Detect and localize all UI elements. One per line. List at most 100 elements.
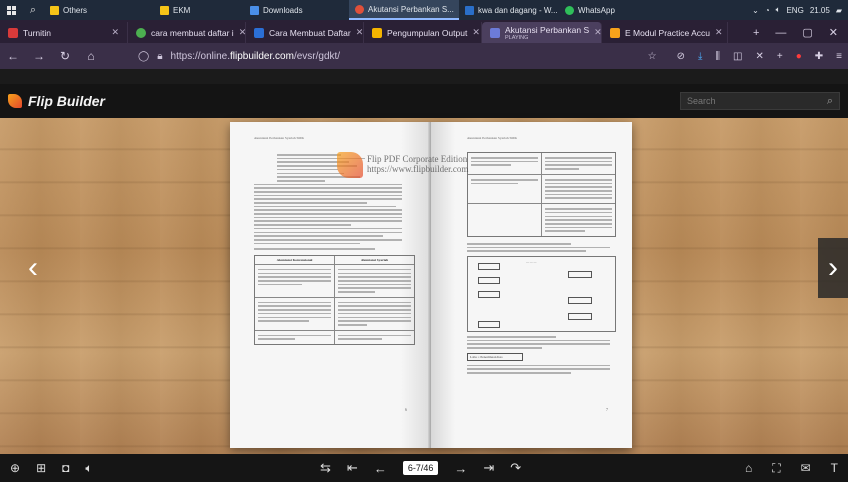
book-search-input[interactable]: Search ⌕ bbox=[680, 92, 840, 110]
text-icon[interactable]: T bbox=[831, 461, 838, 476]
page-header: Akuntansi Perbankan Syariah SMK bbox=[254, 136, 305, 140]
section-heading bbox=[467, 242, 572, 245]
search-icon[interactable]: ⌕ bbox=[827, 95, 833, 108]
flipbuilder-logo[interactable]: Flip Builder bbox=[8, 93, 105, 109]
thumbnails-icon[interactable]: ⊞ bbox=[36, 461, 46, 476]
formula-box: Laba = Penerimaan Kas bbox=[467, 352, 523, 361]
toolbar-right-group: ⌂ ⛶ ✉ T bbox=[745, 461, 838, 476]
taskbar-item-ekm[interactable]: EKM bbox=[154, 0, 244, 20]
page-indicator-input[interactable]: 6-7/46 bbox=[402, 461, 439, 475]
taskbar-item-others[interactable]: Others bbox=[44, 0, 154, 20]
taskbar-item-word[interactable]: kwa dan dagang - W... bbox=[459, 0, 559, 20]
home-book-icon[interactable]: ⌂ bbox=[745, 461, 752, 476]
drive-icon bbox=[372, 27, 382, 38]
library-icon[interactable]: ⫼ bbox=[715, 51, 720, 62]
home-icon[interactable]: ⌂ bbox=[84, 49, 98, 63]
browser-navbar: ← → ↻ ⌂ ◯ 🔒︎ https://online.flipbuilder.… bbox=[0, 43, 848, 69]
maximize-icon[interactable]: ▢ bbox=[802, 26, 812, 39]
close-icon[interactable]: ✕ bbox=[594, 27, 601, 38]
windows-start-icon[interactable] bbox=[0, 0, 22, 20]
first-page-icon[interactable]: ⇤ bbox=[347, 460, 358, 476]
download-icon[interactable]: ⤓ bbox=[698, 51, 702, 62]
download-folder-icon bbox=[250, 5, 259, 15]
back-icon[interactable]: ← bbox=[6, 49, 20, 63]
close-icon[interactable]: ✕ bbox=[472, 27, 480, 38]
page-header: Akuntansi Perbankan Syariah SMK bbox=[467, 136, 518, 140]
last-page-icon[interactable]: ⇥ bbox=[483, 460, 494, 476]
fullscreen-icon[interactable]: ⛶ bbox=[772, 461, 780, 476]
sidebar-icon[interactable]: ◫ bbox=[733, 51, 742, 62]
menu-icon[interactable]: ≡ bbox=[836, 51, 842, 62]
tab-label: cara membuat daftar i bbox=[151, 27, 234, 38]
system-tray: ⌄ ◔ 🔈︎ ENG 21.05 ▰ bbox=[752, 5, 848, 15]
table-header: Akuntansi Syariah bbox=[360, 257, 389, 262]
folder-icon bbox=[50, 5, 59, 15]
flipbuilder-header: Flip Builder Search ⌕ bbox=[0, 84, 848, 118]
url-host: flipbuilder.com bbox=[230, 50, 294, 62]
next-page-icon[interactable]: → bbox=[454, 461, 467, 476]
pocket-icon[interactable]: ⊘ bbox=[677, 51, 685, 62]
lock-icon: 🔒︎ bbox=[157, 50, 163, 62]
extensions-icon[interactable]: ✚ bbox=[815, 51, 823, 62]
bookmark-star-icon[interactable]: ☆ bbox=[648, 51, 657, 62]
table-row bbox=[468, 204, 615, 236]
address-bar[interactable]: ◯ 🔒︎ https://online.flipbuilder.com/evsr… bbox=[138, 47, 657, 65]
extension-x-icon[interactable]: ✕ bbox=[755, 51, 763, 62]
flipbuilder-icon bbox=[610, 27, 620, 38]
table-row bbox=[255, 297, 414, 331]
tab-cara-membuat-daftar-2[interactable]: Cara Membuat Daftar ✕ bbox=[246, 22, 364, 43]
browser-tab-strip: Turnitin ✕ cara membuat daftar i ✕ Cara … bbox=[0, 20, 848, 43]
table-header: Akuntansi Konvensional bbox=[255, 255, 335, 264]
tab-label: Cara Membuat Daftar bbox=[269, 27, 351, 38]
slideshow-icon[interactable]: ◘ bbox=[62, 461, 69, 476]
tab-label: Pengumpulan Output bbox=[387, 27, 468, 38]
tab-turnitin[interactable]: Turnitin ✕ bbox=[0, 22, 128, 43]
close-icon[interactable]: ✕ bbox=[356, 27, 363, 38]
window-close-icon[interactable]: ✕ bbox=[829, 26, 838, 39]
taskbar-item-label: EKM bbox=[173, 5, 191, 15]
new-tab-icon[interactable]: + bbox=[753, 27, 759, 39]
email-icon[interactable]: ✉ bbox=[801, 461, 811, 476]
share-icon[interactable]: ⇆ bbox=[320, 460, 331, 476]
forward-icon[interactable]: → bbox=[32, 49, 46, 63]
chevron-up-icon[interactable]: ⌄ bbox=[752, 6, 759, 15]
tab-pengumpulan-output[interactable]: Pengumpulan Output ✕ bbox=[364, 22, 482, 43]
sound-icon[interactable]: 🔈︎ bbox=[85, 461, 92, 476]
google-icon bbox=[136, 27, 146, 38]
url-text[interactable]: https://online.flipbuilder.com/evsr/gdkt… bbox=[171, 51, 341, 62]
next-page-arrow-icon[interactable]: › bbox=[818, 238, 848, 298]
table-row bbox=[255, 330, 414, 345]
table-row bbox=[255, 264, 414, 298]
tab-label: Akutansi Perbankan S bbox=[505, 24, 590, 35]
close-icon[interactable]: ✕ bbox=[111, 27, 119, 38]
tab-cara-membuat-daftar[interactable]: cara membuat daftar i ✕ bbox=[128, 22, 246, 43]
tab-playing-label: PLAYING bbox=[505, 34, 529, 41]
tab-e-modul[interactable]: E Modul Practice Accu ✕ bbox=[602, 22, 728, 43]
whatsapp-icon bbox=[565, 5, 574, 15]
close-icon[interactable]: ✕ bbox=[239, 27, 245, 38]
reload-icon[interactable]: ↻ bbox=[58, 49, 72, 63]
flow-diagram: ― ― ― bbox=[467, 255, 616, 332]
tab-akutansi-perbankan[interactable]: Akutansi Perbankan S PLAYING ✕ bbox=[482, 22, 602, 43]
close-icon[interactable]: ✕ bbox=[715, 27, 723, 38]
forward-share-icon[interactable]: ↷ bbox=[510, 460, 521, 476]
extension-plus-icon[interactable]: + bbox=[777, 51, 783, 62]
taskbar-item-downloads[interactable]: Downloads bbox=[244, 0, 349, 20]
taskbar-item-browser[interactable]: Akutansi Perbankan S... bbox=[349, 0, 459, 20]
volume-icon[interactable]: 🔈︎ bbox=[776, 5, 781, 15]
network-icon[interactable]: ◔ bbox=[765, 6, 770, 15]
minimize-icon[interactable]: — bbox=[775, 27, 786, 39]
notification-icon[interactable]: ▰ bbox=[836, 6, 842, 15]
zoom-in-icon[interactable]: ⊕ bbox=[10, 461, 20, 476]
clock[interactable]: 21.05 bbox=[810, 6, 830, 15]
taskbar-item-label: kwa dan dagang - W... bbox=[478, 5, 558, 15]
previous-page-arrow-icon[interactable]: ‹ bbox=[18, 238, 48, 298]
extension-red-icon[interactable]: ● bbox=[796, 51, 802, 62]
previous-page-icon[interactable]: ← bbox=[374, 461, 387, 476]
taskbar-item-whatsapp[interactable]: WhatsApp bbox=[559, 0, 649, 20]
flipbook-icon bbox=[490, 27, 500, 38]
search-icon[interactable]: ⌕ bbox=[22, 4, 44, 17]
language-indicator[interactable]: ENG bbox=[786, 6, 803, 15]
url-path: /evsr/gdkt/ bbox=[293, 50, 341, 62]
firefox-icon bbox=[355, 4, 364, 14]
